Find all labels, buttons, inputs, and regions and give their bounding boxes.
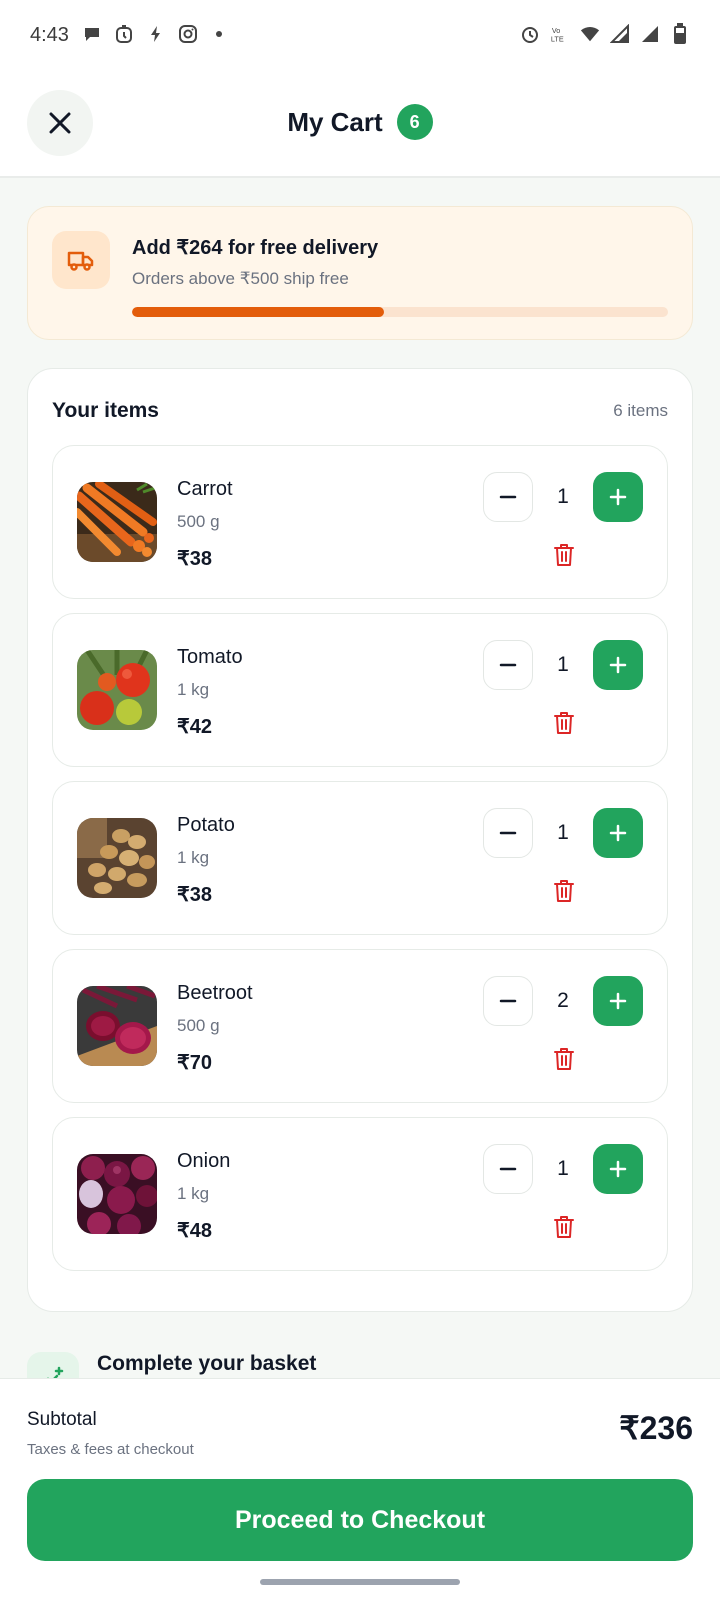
cart-item-tomato: Tomato 1 kg ₹42 1 xyxy=(52,613,668,767)
proceed-to-checkout-button[interactable]: Proceed to Checkout xyxy=(27,1479,693,1561)
cart-item-carrot: Carrot 500 g ₹38 1 xyxy=(52,445,668,599)
remove-item-button[interactable] xyxy=(549,708,579,738)
status-right-icons: Vo LTE xyxy=(520,23,690,44)
timer-icon xyxy=(114,24,134,44)
beetroot-image xyxy=(77,986,157,1066)
instagram-icon xyxy=(178,24,198,44)
items-count-label: 6 items xyxy=(613,401,668,420)
cart-header: My Cart 6 xyxy=(0,76,720,178)
volte-icon: Vo LTE xyxy=(550,24,570,44)
notification-dot xyxy=(216,31,222,37)
complete-basket-title: Complete your basket xyxy=(97,1352,317,1375)
item-quantity: 2 xyxy=(557,989,569,1012)
remove-item-button[interactable] xyxy=(549,1212,579,1242)
potato-image xyxy=(77,818,157,898)
item-quantity: 1 xyxy=(557,485,569,508)
decrease-quantity-button[interactable] xyxy=(483,1144,533,1194)
status-left-icons xyxy=(82,24,222,44)
item-name: Potato xyxy=(177,814,235,836)
minus-icon xyxy=(499,1167,517,1171)
title-wrap: My Cart 6 xyxy=(0,104,720,140)
item-price: ₹70 xyxy=(177,1052,212,1074)
item-price: ₹42 xyxy=(177,716,212,738)
item-quantity: 1 xyxy=(557,653,569,676)
decrease-quantity-button[interactable] xyxy=(483,472,533,522)
increase-quantity-button[interactable] xyxy=(593,1144,643,1194)
free-delivery-banner: Add ₹264 for free delivery Orders above … xyxy=(27,206,693,340)
minus-icon xyxy=(499,831,517,835)
subtotal-label: Subtotal xyxy=(27,1409,97,1430)
plus-icon xyxy=(609,824,627,842)
tomato-image xyxy=(77,650,157,730)
remove-item-button[interactable] xyxy=(549,540,579,570)
delivery-progress-fill xyxy=(132,307,384,317)
increase-quantity-button[interactable] xyxy=(593,472,643,522)
status-time: 4:43 xyxy=(30,24,69,46)
item-name: Tomato xyxy=(177,646,243,668)
plus-icon xyxy=(609,656,627,674)
subtotal-note: Taxes & fees at checkout xyxy=(27,1441,194,1458)
increase-quantity-button[interactable] xyxy=(593,976,643,1026)
item-name: Onion xyxy=(177,1150,231,1172)
minus-icon xyxy=(499,999,517,1003)
signal-icon-2 xyxy=(640,24,660,44)
plus-icon xyxy=(609,1160,627,1178)
item-name: Beetroot xyxy=(177,982,253,1004)
increase-quantity-button[interactable] xyxy=(593,640,643,690)
trash-icon xyxy=(554,712,574,734)
cart-items-card: Your items 6 items Carrot 500 g ₹38 1 To… xyxy=(27,368,693,1312)
cart-count-badge: 6 xyxy=(396,104,433,140)
alarm-icon xyxy=(520,24,540,44)
decrease-quantity-button[interactable] xyxy=(483,976,533,1026)
item-weight: 1 kg xyxy=(177,1184,210,1203)
item-weight: 500 g xyxy=(177,512,220,531)
status-bar: 4:43 Vo LTE xyxy=(0,0,720,76)
minus-icon xyxy=(499,663,517,667)
carrot-image xyxy=(77,482,157,562)
trash-icon xyxy=(554,544,574,566)
item-price: ₹48 xyxy=(177,1220,212,1242)
item-price: ₹38 xyxy=(177,548,212,570)
bolt-icon xyxy=(146,24,166,44)
truck-icon-box xyxy=(52,231,110,289)
item-weight: 500 g xyxy=(177,1016,220,1035)
page-title: My Cart xyxy=(287,106,383,137)
trash-icon xyxy=(554,880,574,902)
delivery-progress-track xyxy=(132,307,668,317)
delivery-title: Add ₹264 for free delivery xyxy=(132,237,379,259)
item-name: Carrot xyxy=(177,478,233,500)
decrease-quantity-button[interactable] xyxy=(483,808,533,858)
decrease-quantity-button[interactable] xyxy=(483,640,533,690)
cart-item-onion: Onion 1 kg ₹48 1 xyxy=(52,1117,668,1271)
battery-icon xyxy=(670,23,690,44)
item-weight: 1 kg xyxy=(177,848,210,867)
increase-quantity-button[interactable] xyxy=(593,808,643,858)
plus-icon xyxy=(609,992,627,1010)
remove-item-button[interactable] xyxy=(549,1044,579,1074)
delivery-subtitle: Orders above ₹500 ship free xyxy=(132,269,349,288)
trash-icon xyxy=(554,1216,574,1238)
items-section-title: Your items xyxy=(52,399,159,422)
signal-icon xyxy=(610,24,630,44)
subtotal-value: ₹236 xyxy=(619,1410,693,1446)
chat-bubble-icon xyxy=(82,24,102,44)
plus-icon xyxy=(609,488,627,506)
wifi-icon xyxy=(580,24,600,44)
truck-icon xyxy=(67,251,94,271)
svg-text:LTE: LTE xyxy=(551,34,564,43)
minus-icon xyxy=(499,495,517,499)
trash-icon xyxy=(554,1048,574,1070)
item-quantity: 1 xyxy=(557,1157,569,1180)
checkout-bar: Subtotal Taxes & fees at checkout ₹236 P… xyxy=(0,1378,720,1600)
item-quantity: 1 xyxy=(557,821,569,844)
item-weight: 1 kg xyxy=(177,680,210,699)
home-indicator[interactable] xyxy=(260,1579,460,1585)
cart-item-beetroot: Beetroot 500 g ₹70 2 xyxy=(52,949,668,1103)
cart-item-potato: Potato 1 kg ₹38 1 xyxy=(52,781,668,935)
remove-item-button[interactable] xyxy=(549,876,579,906)
onion-image xyxy=(77,1154,157,1234)
item-price: ₹38 xyxy=(177,884,212,906)
